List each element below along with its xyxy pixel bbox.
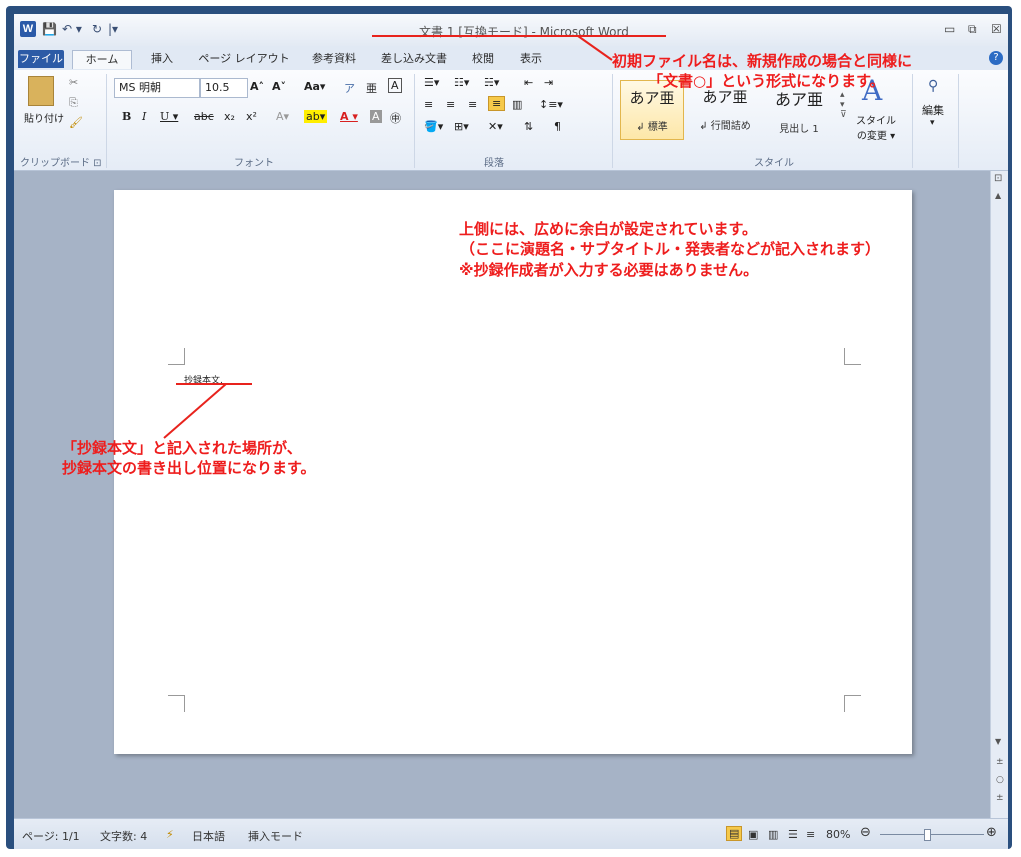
annotation-margin-line3: ※抄録作成者が入力する必要はありません。 [459,261,759,279]
body-text-underline-mark [176,383,252,385]
annotation-filename-line2: 「文書○」という形式になります。 [648,72,885,90]
annotation-start-line1: 「抄録本文」と記入された場所が、 [62,439,302,457]
annotation-margin-line2: （ここに演題名・サブタイトル・発表者などが記入されます） [460,240,881,258]
annotation-start-line2: 抄録本文の書き出し位置になります。 [62,459,316,477]
annotation-pointer-lines [163,35,613,439]
annotation-margin-line1: 上側には、広めに余白が設定されています。 [459,220,758,238]
annotation-filename-line1: 初期ファイル名は、新規作成の場合と同様に [612,52,913,70]
